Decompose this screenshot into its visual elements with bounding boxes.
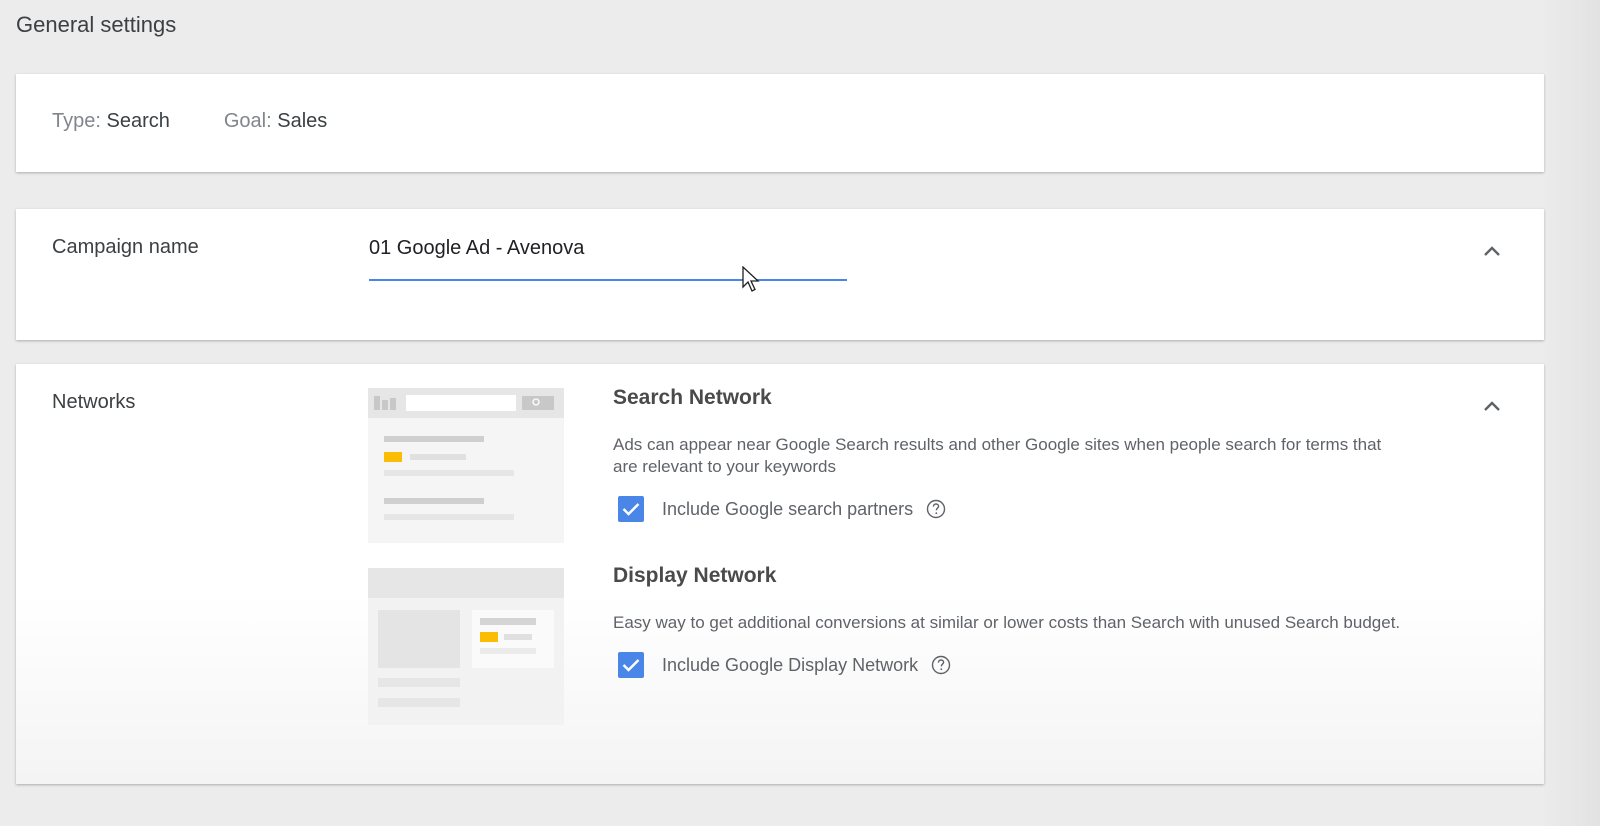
page-edge-shade	[1540, 0, 1600, 826]
display-network-row: Include Google Display Network	[613, 650, 1403, 680]
search-network-description: Ads can appear near Google Search result…	[613, 435, 1382, 476]
campaign-name-input[interactable]	[369, 231, 847, 270]
display-network-title: Display Network	[613, 564, 777, 587]
search-network-option: Search Network Ads can appear near Googl…	[613, 386, 1403, 524]
campaign-name-field[interactable]	[369, 231, 847, 285]
search-network-title: Search Network	[613, 386, 772, 409]
display-network-description: Easy way to get additional conversions a…	[613, 613, 1401, 632]
campaign-type-value: Search	[106, 110, 170, 132]
display-network-illustration	[368, 568, 564, 725]
campaign-goal: Goal: Sales	[224, 110, 327, 133]
campaign-type-label: Type:	[52, 110, 101, 132]
display-network-option: Display Network Easy way to get addition…	[613, 564, 1403, 680]
chevron-up-icon	[1484, 246, 1500, 256]
campaign-summary: Type: Search Goal: Sales	[52, 110, 327, 133]
networks-section: Networks Search Network Ads can appear n…	[16, 364, 1544, 784]
collapse-campaign-name-button[interactable]	[1480, 239, 1504, 263]
search-partners-checkbox[interactable]	[618, 496, 644, 522]
search-partners-label[interactable]: Include Google search partners	[662, 499, 913, 520]
campaign-type: Type: Search	[52, 110, 170, 133]
page-title: General settings	[16, 12, 177, 37]
campaign-goal-value: Sales	[277, 110, 328, 132]
campaign-name-label: Campaign name	[52, 236, 199, 258]
campaign-summary-card: Type: Search Goal: Sales	[16, 74, 1544, 172]
collapse-networks-button[interactable]	[1480, 394, 1504, 418]
networks-label: Networks	[52, 391, 136, 413]
check-icon	[622, 503, 640, 516]
help-circle-icon[interactable]	[930, 654, 952, 676]
help-circle-icon[interactable]	[925, 498, 947, 520]
search-network-illustration	[368, 388, 564, 543]
display-network-label[interactable]: Include Google Display Network	[662, 655, 918, 676]
campaign-name-section: Campaign name	[16, 209, 1544, 340]
input-focus-underline	[369, 279, 847, 281]
display-network-checkbox[interactable]	[618, 652, 644, 678]
campaign-goal-label: Goal:	[223, 110, 272, 132]
check-icon	[622, 659, 640, 672]
search-partners-row: Include Google search partners	[613, 494, 1403, 524]
chevron-up-icon	[1484, 401, 1500, 411]
